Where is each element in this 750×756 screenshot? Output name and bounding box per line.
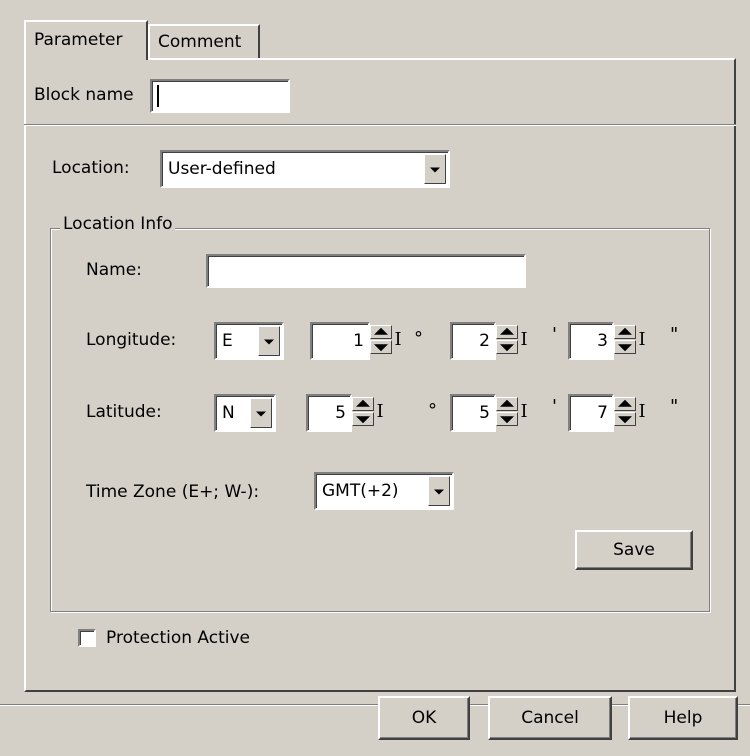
latitude-minutes-value: 5 xyxy=(479,403,490,423)
name-field[interactable] xyxy=(206,254,526,288)
text-cursor-icon: I xyxy=(636,399,648,425)
arrow-down-icon xyxy=(356,416,370,424)
text-cursor-icon: I xyxy=(518,399,530,425)
separator xyxy=(24,124,736,126)
latitude-direction-select[interactable]: N xyxy=(214,394,276,432)
longitude-direction-value: E xyxy=(222,331,233,351)
tab-comment-label: Comment xyxy=(158,32,242,52)
cancel-button-label: Cancel xyxy=(521,708,579,728)
spin-down-button[interactable] xyxy=(614,340,636,354)
cancel-button[interactable]: Cancel xyxy=(488,696,612,740)
spin-up-button[interactable] xyxy=(614,325,636,339)
ok-button-label: OK xyxy=(411,708,437,728)
minute-unit: ' xyxy=(552,396,557,417)
spin-down-button[interactable] xyxy=(614,412,636,426)
chevron-down-icon xyxy=(434,489,444,495)
tab-comment[interactable]: Comment xyxy=(148,24,260,58)
latitude-seconds-value: 7 xyxy=(597,403,608,423)
ok-button[interactable]: OK xyxy=(378,696,470,740)
spin-up-button[interactable] xyxy=(370,325,392,339)
longitude-direction-dropdown[interactable] xyxy=(258,326,280,356)
save-button-label: Save xyxy=(613,540,655,560)
location-label: Location: xyxy=(52,158,130,178)
help-button[interactable]: Help xyxy=(628,696,738,740)
text-cursor-icon: I xyxy=(374,399,386,425)
degree-unit: ° xyxy=(428,400,437,421)
chevron-down-icon xyxy=(264,339,274,345)
time-zone-label: Time Zone (E+; W-): xyxy=(86,482,260,502)
location-selected: User-defined xyxy=(168,159,276,179)
spin-up-button[interactable] xyxy=(614,397,636,411)
longitude-label: Longitude: xyxy=(86,330,177,350)
arrow-down-icon xyxy=(374,344,388,352)
protection-label: Protection Active xyxy=(106,628,250,648)
degree-unit: ° xyxy=(414,328,423,349)
arrow-up-icon xyxy=(500,399,514,407)
spin-down-button[interactable] xyxy=(496,412,518,426)
protection-checkbox[interactable] xyxy=(78,629,96,647)
latitude-degrees-spinner[interactable] xyxy=(352,397,374,427)
arrow-up-icon xyxy=(500,327,514,335)
location-info-title: Location Info xyxy=(60,214,176,234)
latitude-minutes-field[interactable]: 5 xyxy=(450,394,496,432)
latitude-minutes-spinner[interactable] xyxy=(496,397,518,427)
latitude-degrees-value: 5 xyxy=(335,403,346,423)
longitude-minutes-spinner[interactable] xyxy=(496,325,518,355)
block-name-input[interactable] xyxy=(152,81,288,111)
text-cursor-icon: I xyxy=(392,327,404,353)
help-button-label: Help xyxy=(663,708,703,728)
text-cursor xyxy=(157,85,159,107)
tab-parameter-label: Parameter xyxy=(34,30,123,50)
time-zone-dropdown[interactable] xyxy=(428,476,450,506)
arrow-down-icon xyxy=(500,344,514,352)
spin-down-button[interactable] xyxy=(496,340,518,354)
latitude-seconds-field[interactable]: 7 xyxy=(568,394,614,432)
block-name-field[interactable] xyxy=(150,79,290,113)
name-label: Name: xyxy=(86,260,142,280)
latitude-seconds-spinner[interactable] xyxy=(614,397,636,427)
arrow-down-icon xyxy=(500,416,514,424)
time-zone-selected: GMT(+2) xyxy=(322,481,399,501)
spin-down-button[interactable] xyxy=(352,412,374,426)
spin-up-button[interactable] xyxy=(352,397,374,411)
longitude-degrees-value: 1 xyxy=(353,331,364,351)
longitude-degrees-field[interactable]: 1 xyxy=(310,322,370,360)
chevron-down-icon xyxy=(256,411,266,417)
second-unit: " xyxy=(670,324,679,345)
minute-unit: ' xyxy=(552,324,557,345)
spin-down-button[interactable] xyxy=(370,340,392,354)
tab-parameter[interactable]: Parameter xyxy=(24,20,148,60)
latitude-direction-value: N xyxy=(222,403,235,423)
time-zone-select[interactable]: GMT(+2) xyxy=(314,472,454,510)
text-cursor-icon: I xyxy=(518,327,530,353)
save-button[interactable]: Save xyxy=(575,530,693,570)
longitude-minutes-value: 2 xyxy=(479,331,490,351)
longitude-seconds-spinner[interactable] xyxy=(614,325,636,355)
text-cursor-icon: I xyxy=(636,327,648,353)
spin-up-button[interactable] xyxy=(496,325,518,339)
longitude-minutes-field[interactable]: 2 xyxy=(450,322,496,360)
arrow-up-icon xyxy=(356,399,370,407)
arrow-up-icon xyxy=(618,399,632,407)
arrow-down-icon xyxy=(618,344,632,352)
block-name-label: Block name xyxy=(34,85,134,105)
second-unit: " xyxy=(670,396,679,417)
arrow-up-icon xyxy=(618,327,632,335)
latitude-direction-dropdown[interactable] xyxy=(250,398,272,428)
longitude-direction-select[interactable]: E xyxy=(214,322,284,360)
longitude-degrees-spinner[interactable] xyxy=(370,325,392,355)
spin-up-button[interactable] xyxy=(496,397,518,411)
name-input[interactable] xyxy=(208,256,524,286)
arrow-up-icon xyxy=(374,327,388,335)
chevron-down-icon xyxy=(430,167,440,173)
location-select[interactable]: User-defined xyxy=(160,150,450,188)
location-dropdown-button[interactable] xyxy=(424,154,446,184)
latitude-degrees-field[interactable]: 5 xyxy=(306,394,352,432)
arrow-down-icon xyxy=(618,416,632,424)
longitude-seconds-value: 3 xyxy=(597,331,608,351)
longitude-seconds-field[interactable]: 3 xyxy=(568,322,614,360)
latitude-label: Latitude: xyxy=(86,402,162,422)
